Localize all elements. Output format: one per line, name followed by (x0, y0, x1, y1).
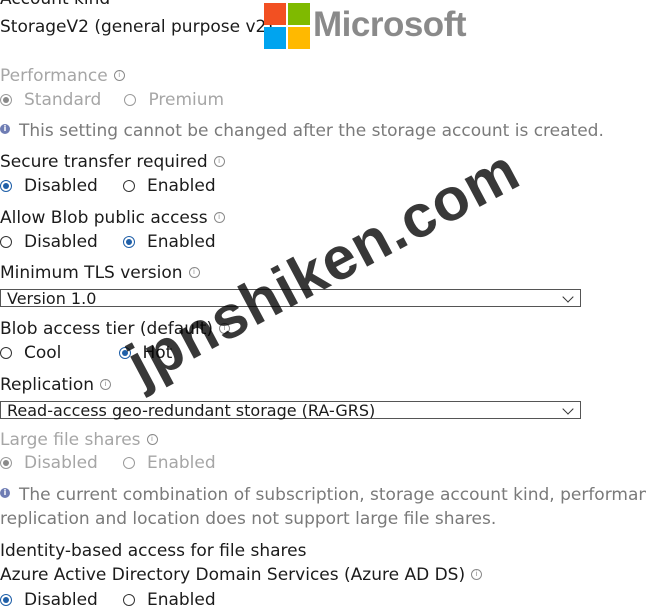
blob-tier-cool-option[interactable]: Cool (0, 343, 61, 363)
info-icon: i (471, 568, 483, 580)
radio-selected-icon[interactable] (0, 457, 12, 469)
info-icon: i (100, 378, 112, 390)
min-tls-dropdown[interactable]: Version 1.0 (0, 288, 581, 308)
min-tls-selected-value: Version 1.0 (7, 288, 97, 308)
info-icon: i (219, 322, 230, 334)
performance-label: Performance i (0, 66, 125, 86)
radio-selected-icon[interactable] (0, 594, 12, 606)
info-icon: i (113, 69, 125, 81)
blob-tier-label: Blob access tier (default) i (0, 319, 230, 339)
microsoft-logo-icon (264, 3, 310, 49)
blob-public-access-radio-group: Disabled Enabled (0, 232, 216, 252)
account-kind-value: StorageV2 (general purpose v2) (0, 17, 273, 37)
radio-icon[interactable] (122, 457, 135, 469)
blob-tier-hot-option[interactable]: Hot (118, 343, 172, 363)
secure-transfer-disabled-option[interactable]: Disabled (0, 176, 98, 196)
radio-icon[interactable] (122, 180, 135, 192)
info-icon: i (213, 155, 225, 167)
chevron-down-icon (562, 291, 574, 303)
info-filled-icon: i (0, 124, 10, 134)
identity-access-label: Identity-based access for file shares (0, 541, 307, 561)
blob-public-access-label: Allow Blob public access i (0, 208, 225, 228)
info-icon: i (146, 433, 158, 445)
blob-public-access-enabled-option[interactable]: Enabled (122, 232, 216, 252)
identity-access-enabled-option[interactable]: Enabled (122, 590, 216, 610)
secure-transfer-enabled-option[interactable]: Enabled (122, 176, 216, 196)
radio-selected-icon[interactable] (122, 236, 135, 248)
radio-icon[interactable] (0, 236, 12, 248)
radio-selected-icon[interactable] (0, 180, 12, 192)
info-filled-icon: i (0, 488, 10, 498)
min-tls-label: Minimum TLS version i (0, 263, 200, 283)
radio-icon[interactable] (124, 94, 137, 106)
account-kind-label: Account kind (0, 0, 110, 9)
radio-selected-icon[interactable] (0, 94, 12, 106)
secure-transfer-radio-group: Disabled Enabled (0, 176, 216, 196)
replication-selected-value: Read-access geo-redundant storage (RA-GR… (7, 400, 376, 420)
large-file-shares-enabled-option[interactable]: Enabled (122, 453, 216, 473)
replication-label: Replication i (0, 375, 112, 395)
identity-access-radio-group: Disabled Enabled (0, 590, 216, 610)
blob-tier-radio-group: Cool Hot (0, 343, 172, 363)
secure-transfer-label: Secure transfer required i (0, 152, 225, 172)
identity-access-disabled-option[interactable]: Disabled (0, 590, 98, 610)
identity-access-sublabel: Azure Active Directory Domain Services (… (0, 565, 483, 585)
performance-premium-option[interactable]: Premium (124, 90, 224, 110)
performance-standard-option[interactable]: Standard (0, 90, 101, 110)
radio-icon[interactable] (0, 347, 12, 359)
replication-dropdown[interactable]: Read-access geo-redundant storage (RA-GR… (0, 400, 581, 420)
microsoft-logo-text: Microsoft (313, 5, 467, 44)
large-file-shares-note-line1: i The current combination of subscription… (0, 485, 646, 505)
info-icon: i (188, 266, 200, 278)
blob-public-access-disabled-option[interactable]: Disabled (0, 232, 98, 252)
radio-icon[interactable] (122, 594, 135, 606)
performance-radio-group: Standard Premium (0, 90, 224, 110)
performance-note: i This setting cannot be changed after th… (0, 121, 604, 141)
large-file-shares-disabled-option[interactable]: Disabled (0, 453, 98, 473)
large-file-shares-note-line2: replication and location does not suppor… (0, 509, 497, 529)
info-icon: i (213, 211, 225, 223)
large-file-shares-label: Large file shares i (0, 430, 158, 450)
chevron-down-icon (562, 403, 574, 415)
large-file-shares-radio-group: Disabled Enabled (0, 453, 216, 473)
radio-selected-icon[interactable] (118, 347, 131, 359)
